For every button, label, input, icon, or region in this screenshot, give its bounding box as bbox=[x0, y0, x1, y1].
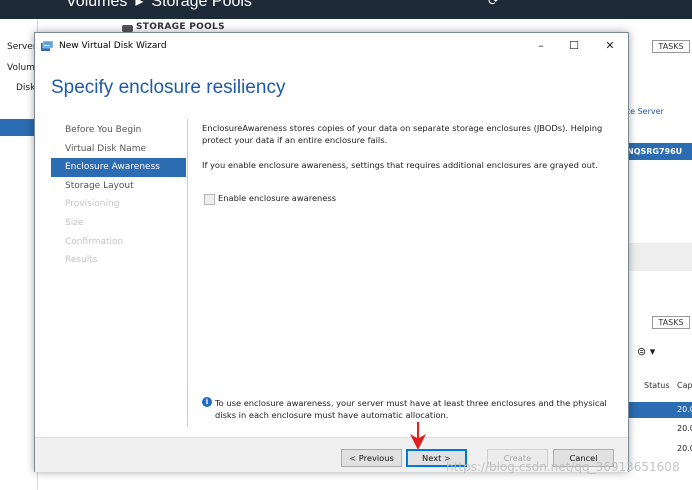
column-header-status[interactable]: Status bbox=[644, 381, 670, 390]
previous-button[interactable]: < Previous bbox=[341, 449, 402, 467]
wizard-app-icon bbox=[41, 41, 53, 51]
tasks-button-top[interactable]: TASKS bbox=[652, 40, 690, 53]
new-virtual-disk-wizard: New Virtual Disk Wizard – ☐ ✕ Specify en… bbox=[34, 32, 629, 472]
breadcrumb-separator: ▸ bbox=[135, 0, 144, 10]
info-text: To use enclosure awareness, your server … bbox=[215, 398, 607, 420]
step-before-you-begin[interactable]: Before You Begin bbox=[51, 121, 186, 140]
nav-item-servers[interactable]: Server bbox=[7, 42, 37, 52]
navigation-pane: Server Volum Disk Stor bbox=[0, 19, 38, 490]
nav-item-storage-pools[interactable]: Stor bbox=[16, 104, 34, 114]
red-arrow-annotation-icon bbox=[410, 422, 426, 450]
page-title: Specify enclosure resiliency bbox=[51, 77, 286, 98]
step-enclosure-awareness[interactable]: Enclosure Awareness bbox=[51, 158, 186, 177]
server-column-text: te Server bbox=[627, 107, 664, 116]
step-confirmation: Confirmation bbox=[65, 236, 124, 247]
refresh-icon[interactable]: ⟳ bbox=[488, 0, 499, 9]
breadcrumb: Volumes ▸ Storage Pools bbox=[66, 0, 252, 11]
selected-pool-row[interactable]: NQSRG796U bbox=[626, 143, 692, 160]
minimize-button[interactable]: – bbox=[526, 36, 556, 56]
step-provisioning: Provisioning bbox=[65, 199, 120, 210]
view-options-icon[interactable]: ⊜ ▾ bbox=[637, 345, 655, 358]
step-virtual-disk-name[interactable]: Virtual Disk Name bbox=[51, 140, 186, 159]
step-storage-layout[interactable]: Storage Layout bbox=[51, 177, 186, 196]
checkbox-label[interactable]: Enable enclosure awareness bbox=[218, 193, 336, 203]
cap-value: 20.0 bbox=[677, 405, 692, 414]
wizard-steps: Before You Begin Virtual Disk Name Enclo… bbox=[51, 121, 186, 270]
nav-item-disks[interactable]: Disk bbox=[16, 83, 35, 93]
nav-selection-highlight bbox=[0, 119, 37, 136]
divider bbox=[187, 119, 188, 427]
enable-enclosure-awareness-checkbox[interactable] bbox=[204, 194, 215, 205]
description-text-secondary: If you enable enclosure awareness, setti… bbox=[202, 160, 598, 170]
storage-pools-icon bbox=[122, 25, 133, 32]
step-results: Results bbox=[65, 255, 98, 266]
breadcrumb-volumes[interactable]: Volumes bbox=[66, 0, 127, 10]
maximize-button[interactable]: ☐ bbox=[559, 36, 589, 56]
watermark: https://blog.csdn.net/qq_36913651608 bbox=[446, 460, 680, 474]
title-bar[interactable]: New Virtual Disk Wizard – ☐ ✕ bbox=[35, 33, 628, 59]
window-title: New Virtual Disk Wizard bbox=[59, 41, 167, 51]
close-button[interactable]: ✕ bbox=[595, 36, 625, 56]
cap-value: 20.0 bbox=[677, 444, 692, 453]
info-icon: i bbox=[202, 397, 212, 407]
breadcrumb-storage-pools: Storage Pools bbox=[151, 0, 252, 10]
server-manager-header: Volumes ▸ Storage Pools ⟳ bbox=[0, 0, 692, 19]
checkbox-label-text: Enable enclosure awareness bbox=[218, 193, 337, 203]
cap-value: 20.0 bbox=[677, 424, 692, 433]
tasks-button-bottom[interactable]: TASKS bbox=[652, 316, 690, 329]
step-size: Size bbox=[65, 217, 84, 228]
nav-item-volumes[interactable]: Volum bbox=[7, 63, 35, 73]
divider-band bbox=[626, 243, 692, 271]
column-header-capacity[interactable]: Cap bbox=[677, 381, 692, 390]
section-title: STORAGE POOLS bbox=[136, 22, 225, 32]
description-text: EnclosureAwareness stores copies of your… bbox=[202, 123, 603, 145]
